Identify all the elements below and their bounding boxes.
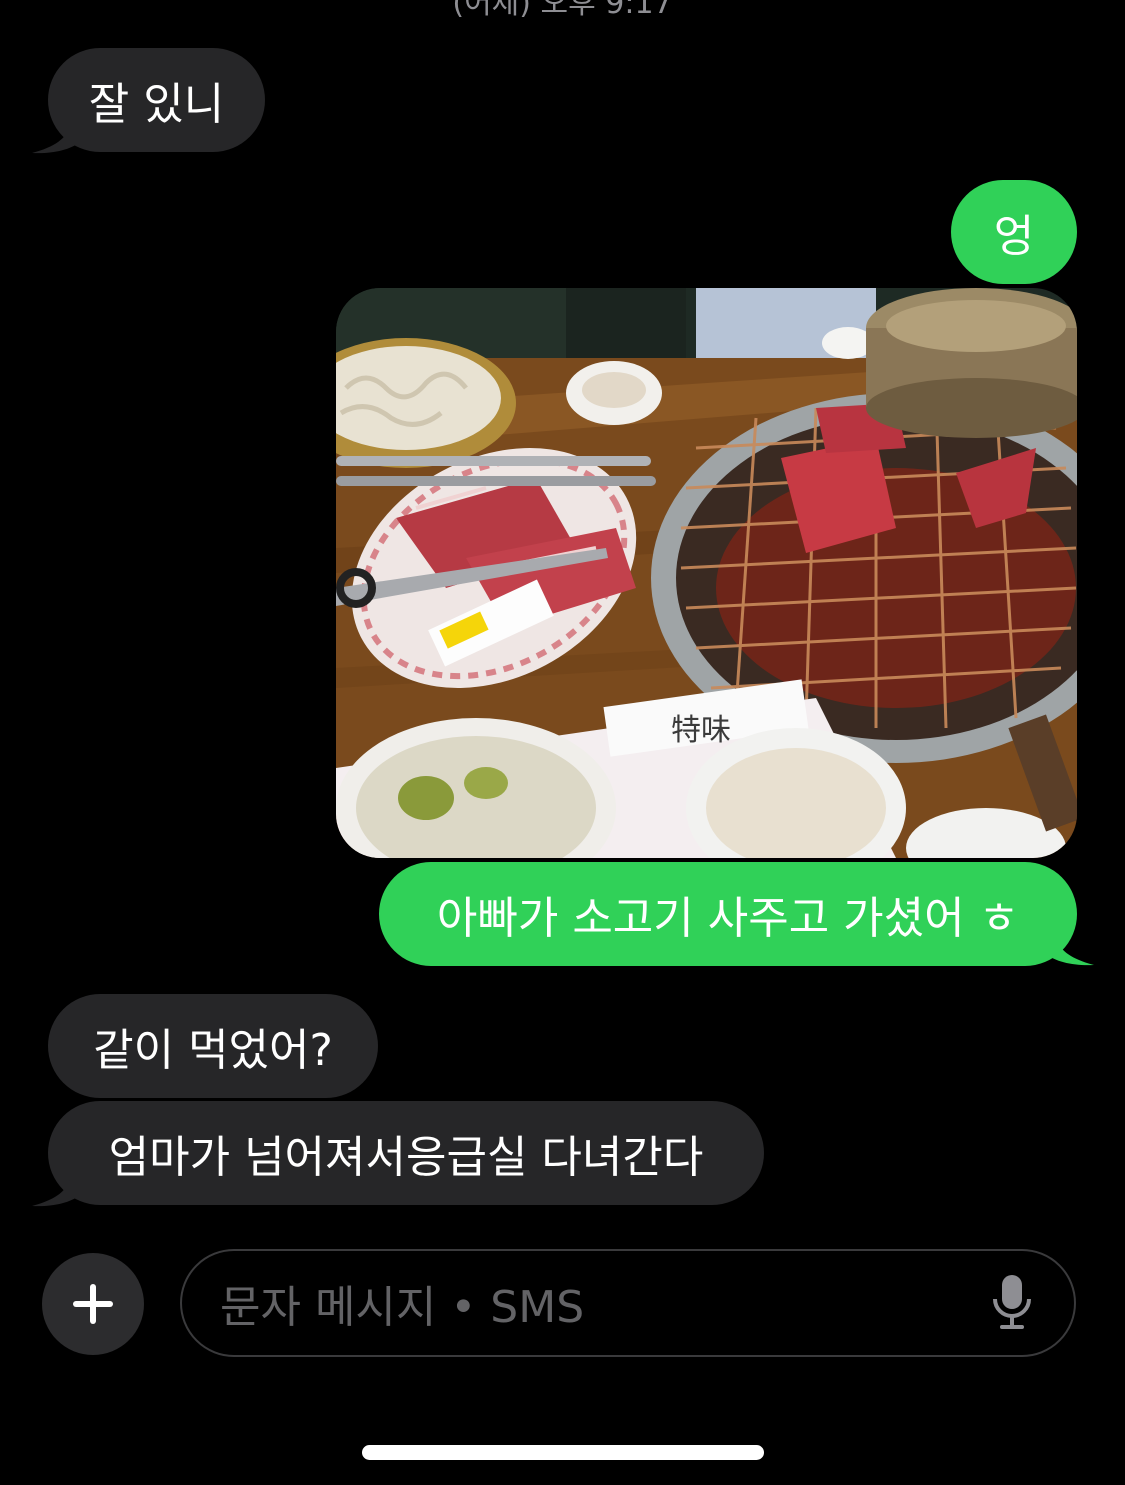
incoming-message[interactable]: 잘 있니 <box>48 48 265 152</box>
add-attachment-button[interactable] <box>42 1253 144 1355</box>
incoming-message[interactable]: 같이 먹었어? <box>48 994 378 1098</box>
bubble-tail <box>32 1165 80 1207</box>
home-indicator[interactable] <box>362 1445 764 1460</box>
message-text: 아빠가 소고기 사주고 가셨어 ㅎ <box>436 893 1020 944</box>
bubble-tail <box>32 112 80 154</box>
message-text: 같이 먹었어? <box>93 1025 333 1076</box>
microphone-icon <box>993 1275 1031 1329</box>
microphone-button[interactable] <box>992 1275 1032 1331</box>
message-text: 엄마가 넘어져서응급실 다녀간다 <box>108 1132 704 1183</box>
message-text: 엉 <box>993 211 1035 262</box>
message-input-placeholder: 문자 메시지 • SMS <box>220 1282 585 1333</box>
outgoing-message[interactable]: 엉 <box>951 180 1077 284</box>
message-input[interactable]: 문자 메시지 • SMS <box>180 1249 1076 1357</box>
message-timestamp: (어제) 오후 9:17 <box>452 0 673 21</box>
photo-attachment[interactable]: 特味 <box>336 288 1077 858</box>
bubble-tail <box>1046 924 1094 966</box>
incoming-message[interactable]: 엄마가 넘어져서응급실 다녀간다 <box>48 1101 764 1205</box>
outgoing-message[interactable]: 아빠가 소고기 사주고 가셨어 ㅎ <box>379 862 1077 966</box>
message-text: 잘 있니 <box>88 79 225 130</box>
menu-sign-text: 特味 <box>671 713 731 748</box>
plus-icon <box>73 1284 113 1324</box>
